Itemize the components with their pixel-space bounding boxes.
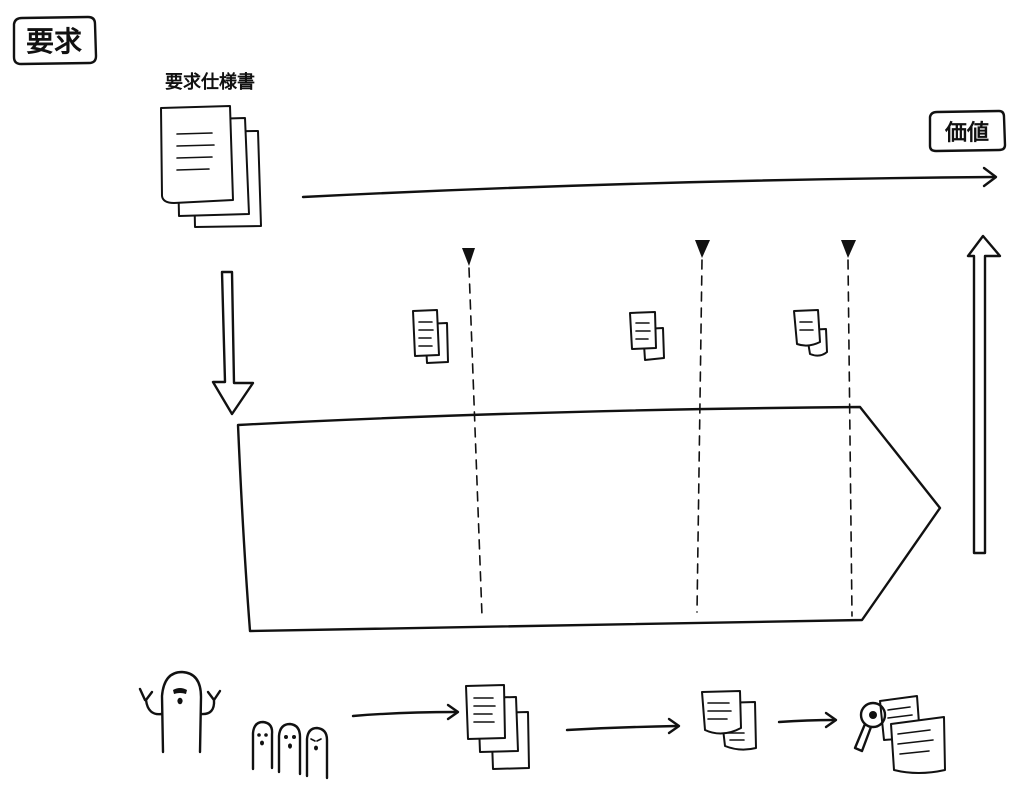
requirement-documents-icon — [465, 684, 530, 770]
stakeholder-people-icon — [138, 670, 329, 780]
requirement-label-box: 要求 — [12, 15, 98, 66]
upward-hollow-arrow — [966, 234, 1002, 555]
spec-document-stack-icon — [160, 105, 262, 228]
draft-to-review-arrow — [777, 711, 838, 729]
people-to-docs-arrow — [351, 703, 460, 721]
requirement-label: 要求 — [26, 25, 82, 58]
requirement-spec-label: 要求仕様書 — [165, 71, 255, 93]
downward-hollow-arrow — [211, 270, 255, 416]
milestone-flag-icon — [841, 240, 856, 258]
spec-to-value-arrow — [301, 166, 998, 199]
milestone-document-icon — [629, 311, 665, 361]
requirement-spec-group: 要求仕様書 — [160, 71, 262, 228]
requirements-value-sketch: 要求 要求仕様書 価値 — [12, 15, 1007, 780]
milestone-3 — [793, 240, 856, 617]
docs-to-draft-arrow — [565, 717, 681, 735]
milestone-flag-icon — [695, 240, 710, 258]
value-label: 価値 — [944, 121, 989, 146]
milestone-document-icon — [412, 309, 449, 364]
milestone-document-icon — [793, 309, 828, 357]
review-documents-magnifier-icon — [853, 695, 946, 774]
value-label-box: 価値 — [928, 109, 1007, 153]
milestone-flag-icon — [462, 248, 475, 266]
draft-documents-icon — [701, 690, 757, 751]
milestone-1 — [412, 248, 483, 617]
milestone-2 — [629, 240, 710, 613]
process-arrow-body — [236, 405, 942, 633]
